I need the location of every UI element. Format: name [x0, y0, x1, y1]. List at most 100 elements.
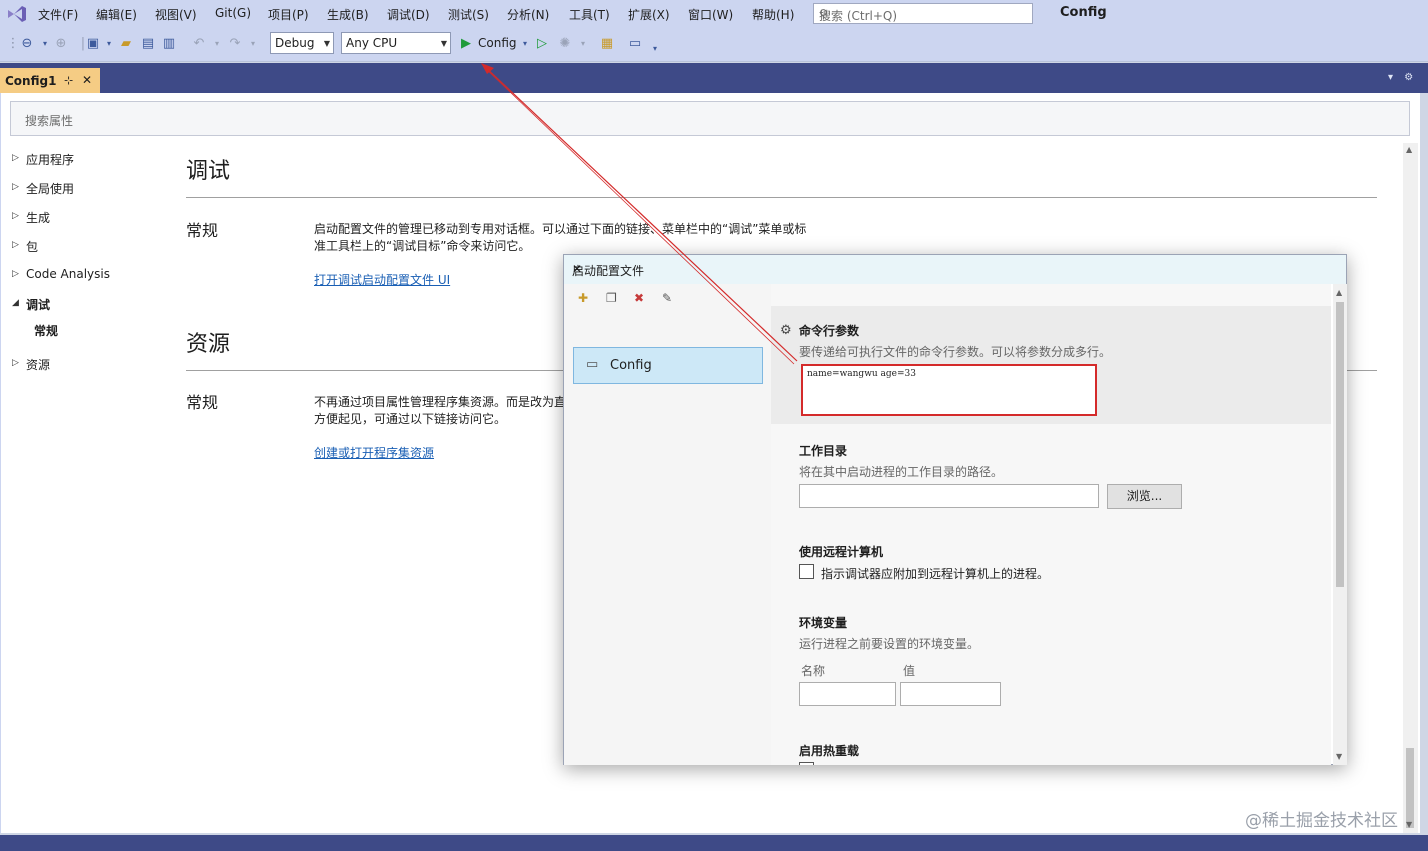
solution-platform-value: Any CPU: [346, 36, 398, 50]
menu-window[interactable]: 窗口(W): [688, 6, 733, 23]
properties-search-placeholder: 搜索属性: [25, 114, 74, 128]
nav-item-debug-general[interactable]: 常规: [34, 322, 58, 339]
menu-analyze[interactable]: 分析(N): [507, 6, 549, 23]
pin-icon[interactable]: ⊹: [64, 74, 73, 87]
menu-help[interactable]: 帮助(H): [752, 6, 794, 23]
expand-triangle-icon[interactable]: ▷: [12, 211, 19, 221]
debug-general-description-line2: 准工具栏上的“调试目标”命令来访问它。: [314, 239, 531, 253]
collapse-triangle-icon[interactable]: ◢: [12, 298, 19, 308]
tab-config1[interactable]: Config1 ⊹ ✕: [0, 68, 100, 93]
save-icon[interactable]: ▤: [139, 35, 157, 53]
redo-icon[interactable]: ↷: [226, 35, 244, 53]
start-target-dropdown-icon[interactable]: ▾: [516, 35, 534, 53]
scroll-down-icon[interactable]: ▼: [1336, 752, 1342, 761]
tab-strip-controls: ▾ ⚙: [1388, 72, 1426, 83]
delete-profile-icon[interactable]: ✖: [634, 291, 652, 307]
working-directory-input[interactable]: [799, 484, 1099, 508]
create-open-assembly-resources-link[interactable]: 创建或打开程序集资源: [314, 444, 434, 461]
nav-item-application[interactable]: 应用程序: [26, 151, 74, 168]
menu-build[interactable]: 生成(B): [327, 6, 369, 23]
scroll-up-icon[interactable]: ▲: [1336, 288, 1342, 297]
toolbar-overflow-icon[interactable]: ▾: [646, 40, 664, 58]
document-tab-strip: [0, 63, 1428, 93]
window-layout-icon[interactable]: ▭: [626, 35, 644, 53]
gear-icon[interactable]: ⚙: [1404, 72, 1413, 83]
global-search-input[interactable]: 搜索 (Ctrl+Q) ⚲: [813, 3, 1033, 24]
undo-icon[interactable]: ↶: [190, 35, 208, 53]
start-without-debugging-icon[interactable]: ▷: [533, 35, 551, 53]
visual-studio-logo-icon[interactable]: [6, 4, 28, 24]
remote-machine-checkbox[interactable]: [799, 564, 814, 579]
working-directory-title: 工作目录: [799, 444, 848, 458]
solution-configuration-select[interactable]: Debug ▼: [270, 32, 334, 54]
environment-variables-title: 环境变量: [799, 616, 848, 630]
command-line-arguments-title: 命令行参数: [799, 324, 860, 338]
scroll-up-icon[interactable]: ▲: [1406, 145, 1412, 154]
dialog-scrollbar[interactable]: ▲ ▼: [1333, 284, 1347, 765]
env-value-column-header: 值: [903, 664, 916, 678]
copy-profile-icon[interactable]: ❐: [606, 291, 624, 307]
menu-extensions[interactable]: 扩展(X): [628, 6, 670, 23]
expand-triangle-icon[interactable]: ▷: [12, 240, 19, 250]
nav-item-debug[interactable]: 调试: [26, 296, 50, 313]
expand-triangle-icon[interactable]: ▷: [12, 153, 19, 163]
tab-config1-label: Config1: [5, 74, 57, 88]
solution-explorer-icon[interactable]: ▦: [598, 35, 616, 53]
env-name-input[interactable]: [799, 682, 896, 706]
nav-item-code-analysis[interactable]: Code Analysis: [26, 267, 110, 281]
start-target-label[interactable]: Config: [478, 36, 517, 50]
menu-test[interactable]: 测试(S): [448, 6, 489, 23]
new-project-dropdown-icon[interactable]: ▾: [100, 35, 118, 53]
navigate-back-icon[interactable]: ⊖: [18, 35, 36, 53]
env-value-input[interactable]: [900, 682, 1001, 706]
solution-configuration-value: Debug: [275, 36, 315, 50]
browse-button[interactable]: 浏览...: [1107, 484, 1182, 509]
expand-triangle-icon[interactable]: ▷: [12, 182, 19, 192]
menu-project[interactable]: 项目(P): [268, 6, 309, 23]
open-debug-launch-profiles-link[interactable]: 打开调试启动配置文件 UI: [314, 271, 450, 288]
tab-list-dropdown-icon[interactable]: ▾: [1388, 72, 1393, 83]
gear-icon: ⚙: [780, 323, 792, 338]
solution-name: Config: [1060, 5, 1107, 20]
close-icon[interactable]: ✕: [572, 262, 1338, 276]
hot-reload-checkbox[interactable]: [799, 762, 814, 765]
properties-search-input[interactable]: 搜索属性: [10, 101, 1410, 136]
hot-reload-dropdown-icon[interactable]: ▾: [574, 35, 592, 53]
resources-general-heading: 常规: [186, 393, 219, 412]
command-line-arguments-input[interactable]: name=wangwu age=33: [801, 364, 1097, 416]
menu-debug[interactable]: 调试(D): [387, 6, 430, 23]
profile-list-item-config[interactable]: ▭ Config: [573, 347, 763, 384]
menu-tools[interactable]: 工具(T): [569, 6, 610, 23]
resources-general-description-line2: 方便起见，可通过以下链接访问它。: [314, 412, 507, 426]
scroll-down-icon[interactable]: ▼: [1406, 820, 1412, 829]
nav-item-package[interactable]: 包: [26, 238, 38, 255]
solution-platform-select[interactable]: Any CPU ▼: [341, 32, 451, 54]
menu-view[interactable]: 视图(V): [155, 6, 197, 23]
menu-git[interactable]: Git(G): [215, 6, 251, 20]
profile-list-pane: ✚ ❐ ✖ ✎ ▭ Config: [564, 284, 771, 765]
nav-item-build[interactable]: 生成: [26, 209, 50, 226]
menu-file[interactable]: 文件(F): [38, 6, 78, 23]
open-folder-icon[interactable]: ▰: [117, 35, 135, 53]
remote-machine-description: 指示调试器应附加到远程计算机上的进程。: [821, 567, 1050, 581]
scrollbar-thumb[interactable]: [1406, 748, 1414, 828]
expand-triangle-icon[interactable]: ▷: [12, 358, 19, 368]
page-scrollbar[interactable]: ▲ ▼: [1403, 143, 1418, 833]
redo-dropdown-icon[interactable]: ▾: [244, 35, 262, 53]
nav-item-global-usings[interactable]: 全局使用: [26, 180, 74, 197]
close-icon[interactable]: ✕: [82, 73, 92, 87]
navigate-forward-icon[interactable]: ⊕: [52, 35, 70, 53]
undo-dropdown-icon[interactable]: ▾: [208, 35, 226, 53]
new-profile-icon[interactable]: ✚: [578, 291, 596, 307]
expand-triangle-icon[interactable]: ▷: [12, 269, 19, 279]
env-name-column-header: 名称: [801, 664, 826, 678]
debug-general-description-line1: 启动配置文件的管理已移动到专用对话框。可以通过下面的链接、菜单栏中的“调试”菜单…: [314, 222, 807, 236]
start-debugging-icon[interactable]: ▶: [457, 35, 475, 53]
hot-reload-icon[interactable]: ✺: [556, 35, 574, 53]
menu-edit[interactable]: 编辑(E): [96, 6, 137, 23]
profile-settings-pane: ⚙ 命令行参数 要传递给可执行文件的命令行参数。可以将参数分成多行。 name=…: [771, 284, 1331, 765]
dialog-scrollbar-thumb[interactable]: [1336, 302, 1344, 587]
nav-item-resources[interactable]: 资源: [26, 356, 50, 373]
save-all-icon[interactable]: ▥: [160, 35, 178, 53]
rename-profile-icon[interactable]: ✎: [662, 291, 680, 307]
